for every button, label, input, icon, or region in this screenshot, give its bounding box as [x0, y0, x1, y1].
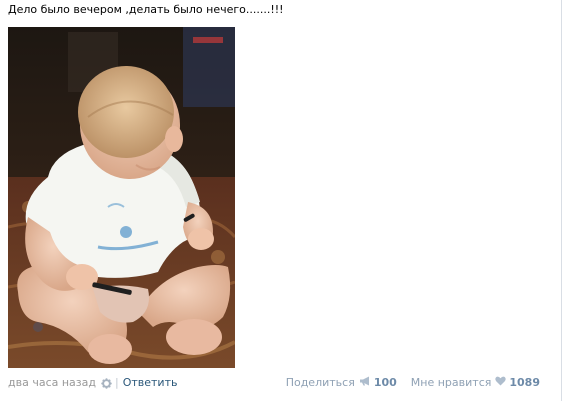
post-meta: два часа назад | Ответить	[8, 376, 177, 390]
wall-post: Дело было вечером ,делать было нечего...…	[0, 0, 562, 401]
share-count: 100	[373, 376, 397, 389]
share-button[interactable]: Поделиться 100	[286, 376, 397, 390]
like-label: Мне нравится	[410, 376, 492, 389]
gear-icon[interactable]	[101, 377, 112, 389]
megaphone-icon	[359, 376, 371, 390]
post-footer: два часа назад | Ответить Поделиться 100…	[8, 376, 540, 390]
heart-icon	[495, 376, 507, 390]
footer-separator: |	[114, 376, 119, 389]
post-text: Дело было вечером ,делать было нечего...…	[8, 3, 284, 16]
post-time[interactable]: два часа назад	[8, 376, 96, 390]
reply-link[interactable]: Ответить	[123, 376, 178, 390]
like-count: 1089	[509, 376, 540, 389]
photo-image	[8, 27, 235, 368]
post-photo[interactable]	[8, 27, 235, 368]
post-actions: Поделиться 100 Мне нравится 1089	[286, 376, 540, 390]
share-label: Поделиться	[285, 376, 355, 389]
like-button[interactable]: Мне нравится 1089	[411, 376, 540, 390]
